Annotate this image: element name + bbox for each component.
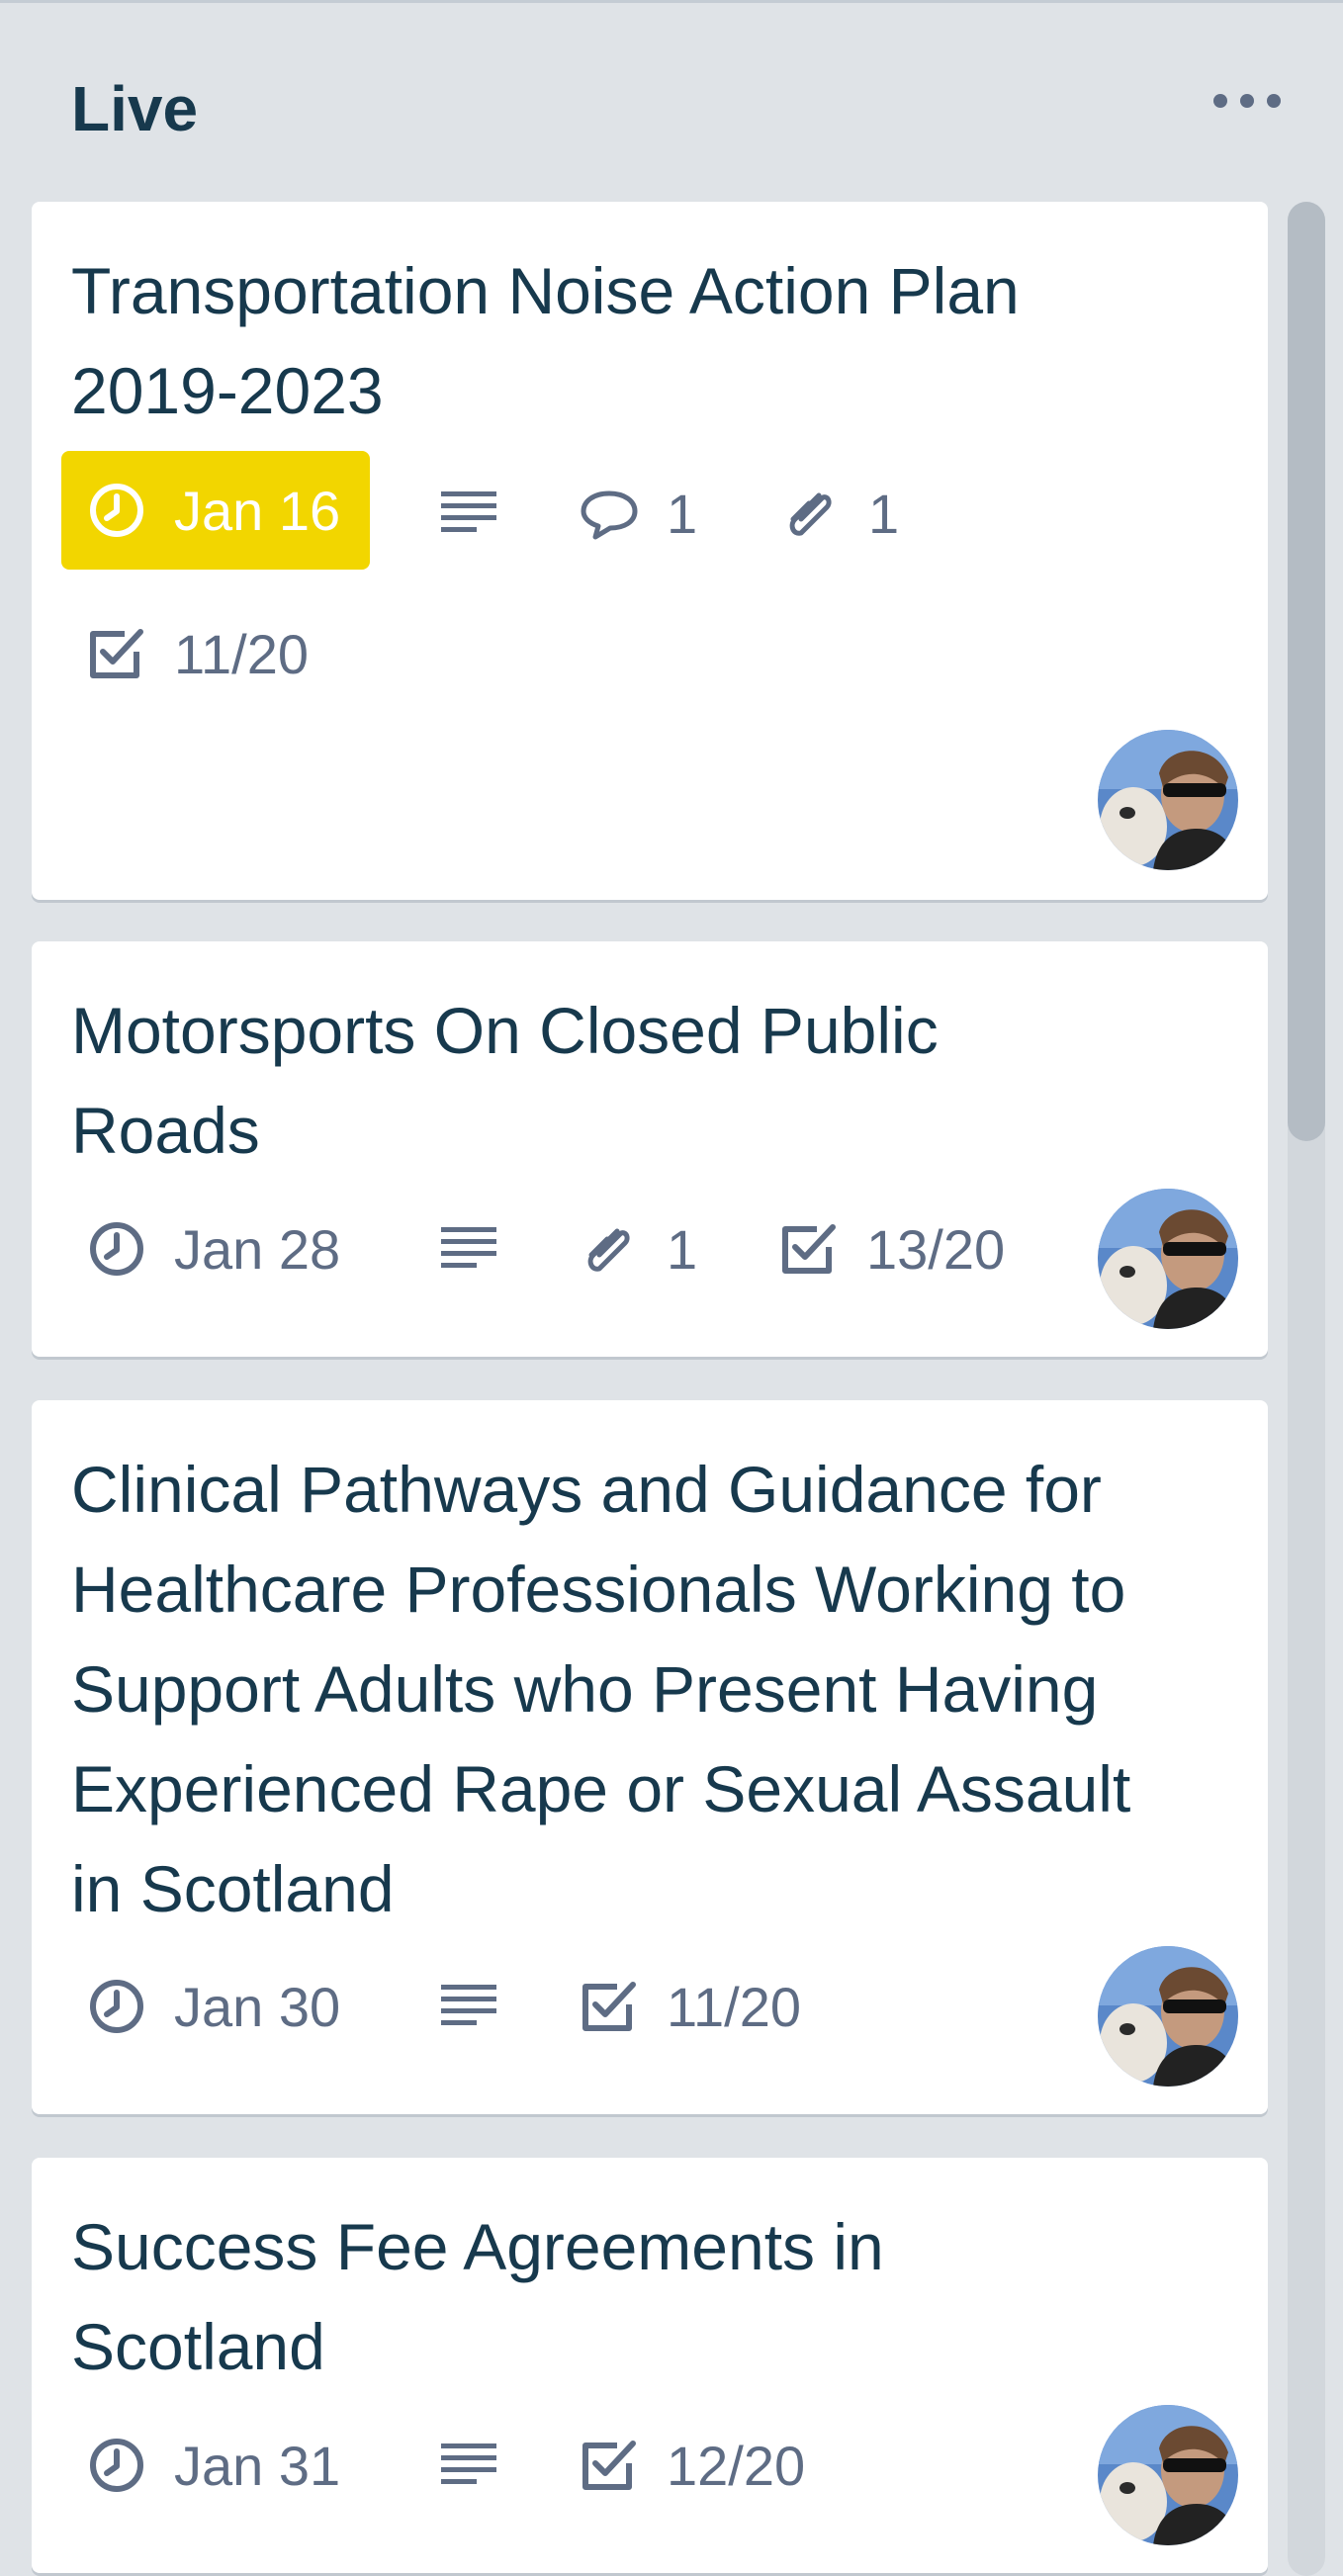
card-title-line: Success Fee Agreements in (71, 2210, 884, 2283)
description-badge (437, 2433, 500, 2498)
card-title-line: Transportation Noise Action Plan (71, 254, 1020, 327)
card[interactable]: Motorsports On Closed Public Roads Jan 2… (32, 941, 1268, 1357)
list-menu-button[interactable] (1207, 79, 1288, 123)
clock-icon (85, 1217, 148, 1281)
list-title[interactable]: Live (71, 69, 198, 148)
scrollbar-thumb[interactable] (1288, 202, 1325, 1141)
card[interactable]: Clinical Pathways and Guidance for Healt… (32, 1400, 1268, 2114)
attachment-icon (779, 482, 843, 545)
description-icon (441, 2443, 496, 2484)
card-title-line: Roads (71, 1094, 260, 1167)
avatar[interactable] (1098, 1189, 1238, 1329)
description-icon (441, 1985, 496, 2025)
checklist-icon (578, 1975, 641, 2038)
checklist-badge: 13/20 (777, 1216, 1005, 1282)
description-badge (437, 1216, 500, 1282)
clock-icon (85, 1975, 148, 2038)
card-title: Clinical Pathways and Guidance for Healt… (71, 1440, 1238, 1939)
checklist-count: 11/20 (667, 1975, 801, 2038)
description-icon (441, 1227, 496, 1268)
checklist-badge: 11/20 (578, 1974, 801, 2039)
due-date-text: Jan 30 (174, 1975, 341, 2038)
attachments-count: 1 (868, 482, 900, 545)
checklist-icon (777, 1217, 841, 1281)
avatar-image (1098, 730, 1238, 870)
checklist-icon (578, 2434, 641, 2497)
card-title-line: 2019-2023 (71, 354, 384, 427)
description-badge (437, 481, 500, 546)
checklist-badge: 11/20 (85, 621, 309, 686)
description-badge (437, 1974, 500, 2039)
avatar-image (1098, 2405, 1238, 2545)
card-title-line: Scotland (71, 2310, 325, 2383)
comment-icon (578, 482, 641, 545)
card-title: Transportation Noise Action Plan 2019-20… (71, 241, 1238, 441)
avatar[interactable] (1098, 1946, 1238, 2087)
checklist-count: 11/20 (174, 622, 309, 685)
due-date-text: Jan 28 (174, 1217, 341, 1281)
due-date-text: Jan 16 (174, 479, 341, 542)
checklist-icon (85, 622, 148, 685)
card-title-line: Support Adults who Present Having (71, 1652, 1099, 1726)
card-title-line: Clinical Pathways and Guidance for (71, 1453, 1102, 1526)
clock-icon (85, 479, 148, 542)
comments-count: 1 (667, 482, 698, 545)
card-title: Motorsports On Closed Public Roads (71, 981, 1238, 1181)
avatar-image (1098, 1946, 1238, 2087)
clock-icon (85, 2434, 148, 2497)
attachments-badge: 1 (779, 481, 899, 546)
checklist-count: 13/20 (866, 1217, 1006, 1281)
checklist-count: 12/20 (667, 2434, 806, 2497)
due-date-badge[interactable]: Jan 16 (61, 451, 371, 570)
card-title-line: Motorsports On Closed Public (71, 994, 939, 1067)
due-date-badge[interactable]: Jan 28 (85, 1216, 340, 1282)
attachments-badge: 1 (578, 1216, 697, 1282)
attachment-icon (578, 1217, 641, 1281)
card[interactable]: Success Fee Agreements in Scotland Jan 3… (32, 2158, 1268, 2573)
card-title-line: Experienced Rape or Sexual Assault (71, 1752, 1131, 1825)
more-icon (1213, 94, 1281, 108)
list-header: Live (0, 0, 1343, 198)
attachments-count: 1 (667, 1217, 698, 1281)
card[interactable]: Transportation Noise Action Plan 2019-20… (32, 202, 1268, 900)
checklist-badge: 12/20 (578, 2433, 805, 2498)
due-date-text: Jan 31 (174, 2434, 341, 2497)
avatar-image (1098, 1189, 1238, 1329)
due-date-badge[interactable]: Jan 31 (85, 2433, 340, 2498)
description-icon (441, 491, 496, 532)
comments-badge: 1 (578, 481, 697, 546)
avatar[interactable] (1098, 730, 1238, 870)
card-title-line: in Scotland (71, 1852, 395, 1925)
card-title: Success Fee Agreements in Scotland (71, 2197, 1238, 2397)
due-date-badge[interactable]: Jan 30 (85, 1974, 340, 2039)
card-title-line: Healthcare Professionals Working to (71, 1553, 1126, 1626)
avatar[interactable] (1098, 2405, 1238, 2545)
